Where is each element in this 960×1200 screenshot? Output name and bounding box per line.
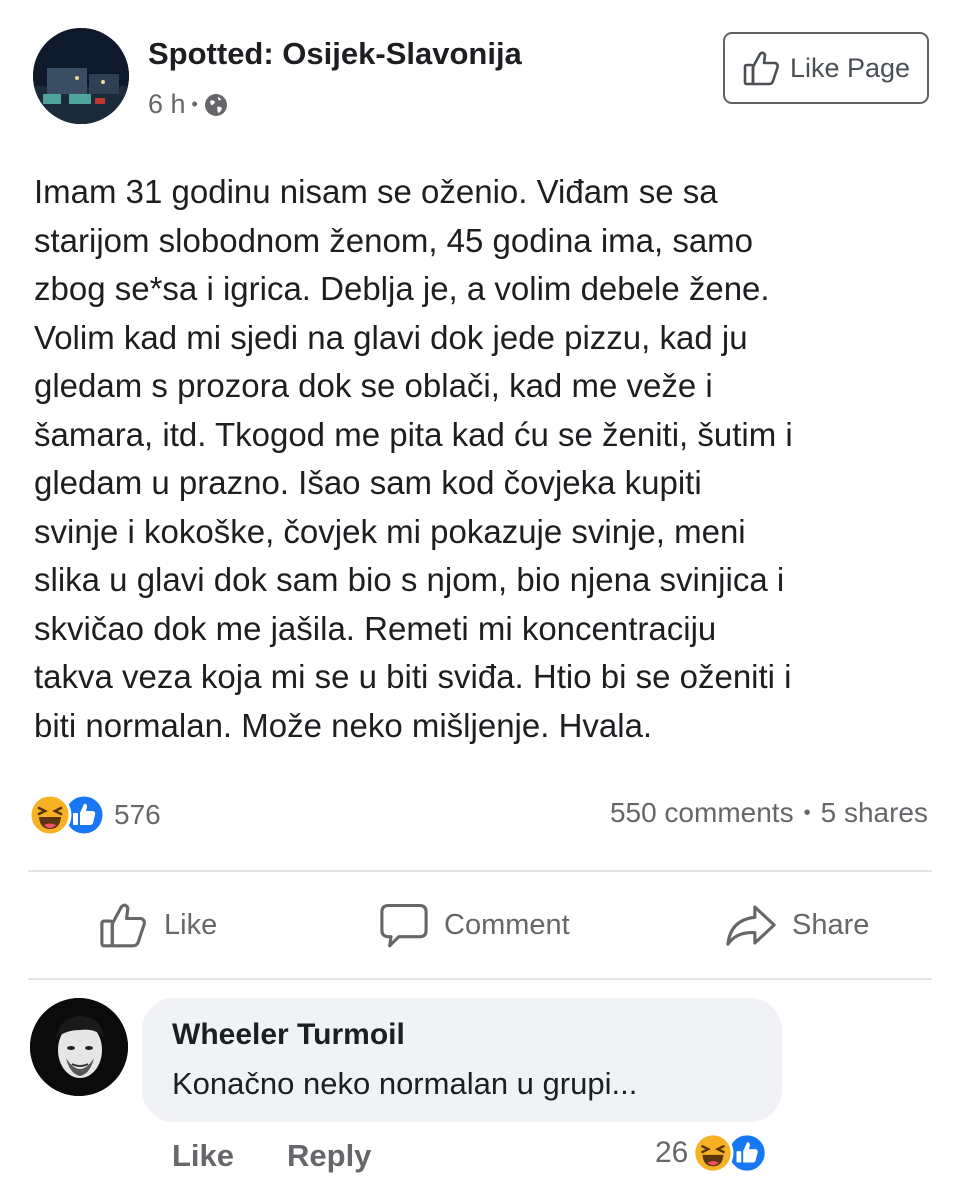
comment-reaction-count: 26	[655, 1136, 689, 1169]
thumbs-up-icon	[100, 903, 146, 948]
comment-text: Konačno neko normalan u grupi...	[172, 1066, 638, 1101]
counts-separator: •	[803, 802, 811, 824]
engagement-counts: 550 comments • 5 shares	[610, 797, 928, 829]
share-icon	[726, 905, 776, 946]
comment-bubble: Wheeler Turmoil Konačno neko normalan u …	[142, 998, 782, 1122]
like-button[interactable]: Like	[98, 895, 217, 955]
comment-reply-button[interactable]: Reply	[287, 1138, 371, 1174]
haha-icon	[692, 1132, 734, 1174]
like-label: Like	[164, 908, 218, 941]
commenter-avatar-image	[30, 998, 128, 1096]
reaction-count: 576	[114, 799, 161, 830]
post-time[interactable]: 6 h	[148, 89, 186, 120]
commenter-avatar[interactable]	[30, 998, 128, 1096]
comment-reactions[interactable]: 26	[655, 1132, 768, 1174]
thumbs-up-icon	[743, 51, 779, 86]
divider-top	[28, 870, 932, 872]
reaction-summary[interactable]: 576	[28, 793, 161, 837]
page-avatar[interactable]	[33, 28, 129, 124]
comment-author[interactable]: Wheeler Turmoil	[172, 1018, 752, 1052]
meta-separator: •	[191, 94, 198, 114]
page-avatar-image	[33, 28, 129, 124]
globe-icon	[204, 93, 227, 116]
post-meta: 6 h •	[148, 89, 228, 120]
comment-icon	[380, 903, 428, 948]
like-page-label: Like Page	[789, 52, 911, 83]
share-label: Share	[792, 908, 870, 941]
like-page-button[interactable]: Like Page	[723, 32, 929, 104]
comment-count[interactable]: 550 comments	[610, 797, 794, 829]
page-name[interactable]: Spotted: Osijek-Slavonija	[148, 36, 522, 72]
share-count[interactable]: 5 shares	[821, 797, 928, 829]
haha-icon	[28, 793, 72, 837]
divider-bottom	[28, 978, 932, 980]
post-text: Imam 31 godinu nisam se oženio. Viđam se…	[34, 173, 793, 744]
comment-label: Comment	[444, 908, 570, 941]
comment-like-button[interactable]: Like	[172, 1138, 234, 1174]
share-button[interactable]: Share	[724, 895, 869, 955]
comment-button[interactable]: Comment	[378, 895, 570, 955]
